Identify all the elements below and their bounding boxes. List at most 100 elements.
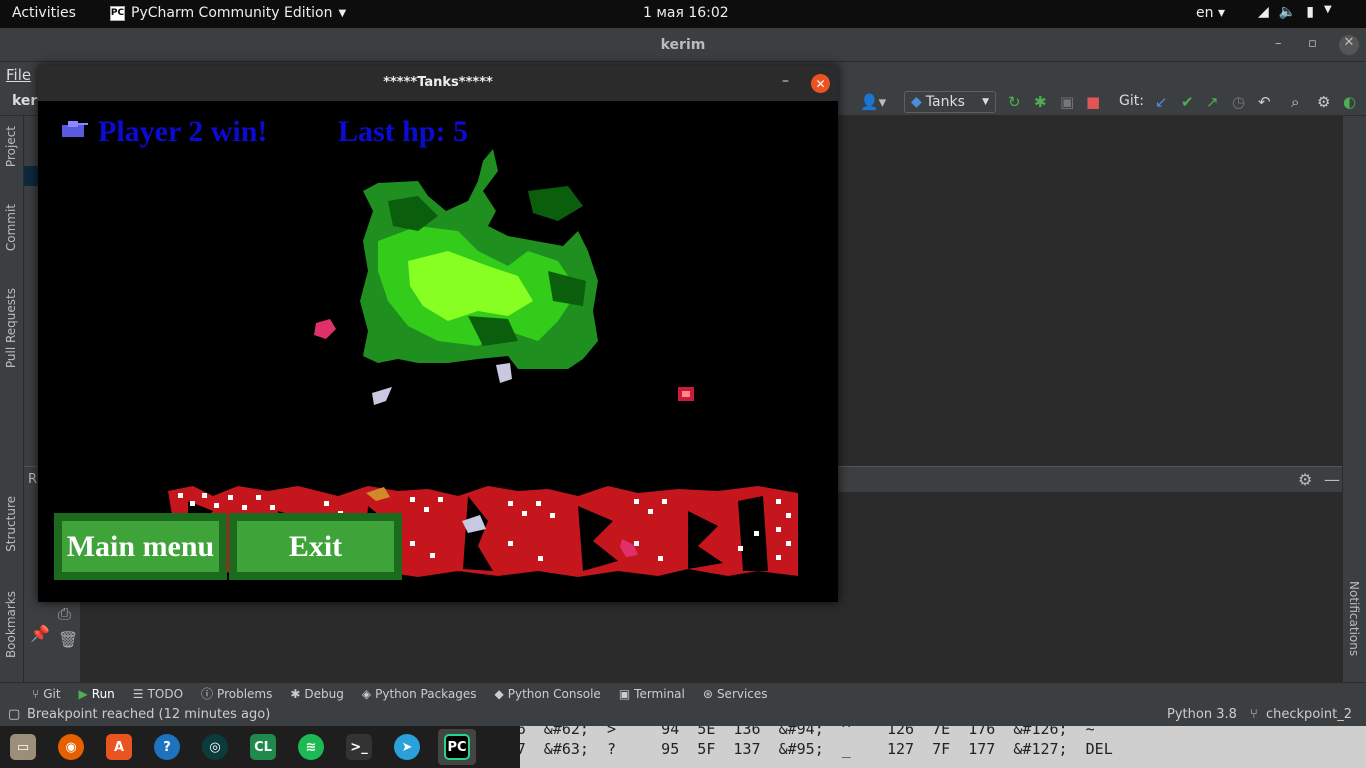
list-icon: ☰ [132,686,144,701]
files-icon[interactable]: ▭ [10,734,36,760]
tool-window-bar: ⑂ Git ▶ Run ☰ TODO ⓘ Problems ✱ Debug ◈ Python… [0,682,1366,704]
tab-services-label: Services [716,686,768,701]
software-icon[interactable]: A [106,734,132,760]
user-icon[interactable]: 👤▾ [860,93,886,111]
player-tank-icon [62,121,88,137]
wifi-icon: ◢ [1258,4,1269,20]
left-tool-strip: Project Commit Pull Requests Structure B… [0,116,24,682]
project-tree-selection [24,166,38,186]
stop-icon[interactable]: ■ [1086,93,1100,111]
chevron-down-icon: ▼ [1323,4,1332,15]
run-panel-title: R [28,472,38,487]
project-breadcrumb[interactable]: ker [12,93,37,109]
git-commit-icon[interactable]: ✔ [1181,93,1194,111]
tanks-game-window: *****Tanks***** – ✕ Player 2 win! Last h… [38,65,838,602]
plugin-icon[interactable]: ◐ [1343,93,1356,111]
terminal-icon[interactable]: >_ [346,734,372,760]
layers-icon: ◈ [361,686,372,701]
tab-structure[interactable]: Structure [4,496,18,552]
close-icon[interactable]: ✕ [811,74,830,93]
gitkraken-icon[interactable]: ◎ [202,734,228,760]
tab-debug[interactable]: ✱ Debug [290,687,344,701]
tab-debug-label: Debug [304,686,344,701]
status-bar: ▢ Breakpoint reached (12 minutes ago) Py… [0,704,1366,726]
tab-terminal[interactable]: ▣ Terminal [619,687,685,701]
maximize-icon[interactable]: ▫ [1308,36,1317,51]
winner-text: Player 2 win! [98,115,268,148]
run-config-dropdown[interactable]: ◆ Tanks ▼ [904,91,996,113]
minimize-icon[interactable]: – [1275,36,1282,51]
tab-notifications[interactable]: Notifications [1347,581,1361,656]
tab-git[interactable]: ⑂ Git [32,687,61,701]
tab-terminal-label: Terminal [634,686,685,701]
branch-status[interactable]: checkpoint_2 [1266,707,1352,722]
firefox-icon[interactable]: ◉ [58,734,84,760]
main-menu-button-label: Main menu [62,521,219,572]
tab-todo[interactable]: ☰ TODO [133,687,183,701]
git-push-icon[interactable]: ↗ [1206,93,1219,111]
help-icon[interactable]: ? [154,734,180,760]
git-branch-icon: ⑂ [1250,707,1258,722]
interpreter-status[interactable]: Python 3.8 [1167,707,1237,722]
clion-icon[interactable]: CL [250,734,276,760]
search-icon[interactable]: ⌕ [1291,93,1299,111]
activities-button[interactable]: Activities [12,5,76,21]
exit-button[interactable]: Exit [229,513,402,580]
run-config-label: Tanks [925,94,965,110]
tab-services[interactable]: ⊛ Services [703,687,768,701]
system-tray[interactable]: ◢ 🔈 ▮ ▼ [1258,4,1332,20]
python-icon: ◆ [911,94,922,110]
ascii-table-line: 30 1E 036 &#30; (record separator) 62 3E… [520,726,1095,738]
app-menu-label: PyCharm Community Edition [131,5,333,21]
window-title: kerim [660,37,706,53]
tab-python-packages[interactable]: ◈ Python Packages [362,687,477,701]
status-square-icon[interactable]: ▢ [8,707,20,722]
pin-icon[interactable]: 📌 [30,624,50,643]
print-icon[interactable]: ⎙ [58,604,71,624]
last-hp-text: Last hp: 5 [338,115,469,148]
debug-icon[interactable]: ✱ [1034,93,1047,111]
coverage-icon[interactable]: ▣ [1060,93,1074,111]
tab-run[interactable]: ▶ Run [79,687,115,701]
tank-sprite-grey-3 [496,363,512,383]
minimize-icon[interactable]: – [782,73,789,89]
git-label: Git: [1119,93,1144,109]
tab-problems-label: Problems [217,686,273,701]
rerun-icon[interactable]: ↻ [1008,93,1021,111]
close-icon[interactable]: ✕ [1339,35,1359,55]
python-icon: ◆ [494,686,504,701]
git-update-icon[interactable]: ↙ [1155,93,1168,111]
spotify-icon[interactable]: ≋ [298,734,324,760]
main-menu-button[interactable]: Main menu [54,513,227,580]
battery-icon: ▮ [1306,4,1314,20]
status-message[interactable]: Breakpoint reached (12 minutes ago) [27,707,270,722]
chevron-down-icon: ▼ [982,97,989,107]
tab-commit[interactable]: Commit [4,204,18,251]
exit-button-label: Exit [237,521,394,572]
tab-bookmarks[interactable]: Bookmarks [4,591,18,658]
telegram-icon[interactable]: ➤ [394,734,420,760]
git-branch-icon: ⑂ [32,686,40,701]
clock[interactable]: 1 мая 16:02 [643,5,729,21]
menu-file[interactable]: File [6,66,31,84]
tab-project[interactable]: Project [4,126,18,167]
tab-problems[interactable]: ⓘ Problems [201,685,272,702]
gear-icon[interactable]: ⚙ [1317,93,1330,111]
keyboard-layout[interactable]: en ▾ [1196,5,1225,21]
gear-icon[interactable]: ⚙ [1298,470,1312,489]
rollback-icon[interactable]: ↶ [1258,93,1271,111]
gnome-top-bar: Activities PC PyCharm Community Edition … [0,0,1366,28]
app-menu[interactable]: PC PyCharm Community Edition ▼ [110,5,346,21]
history-icon[interactable]: ◷ [1232,93,1245,111]
dock: 30 1E 036 &#30; (record separator) 62 3E… [0,726,1366,768]
tab-python-packages-label: Python Packages [375,686,477,701]
volume-icon: 🔈 [1278,4,1297,20]
tab-pull-requests[interactable]: Pull Requests [4,288,18,368]
hide-panel-icon[interactable]: — [1324,470,1340,489]
game-window-title: *****Tanks***** [383,75,493,90]
bug-icon: ✱ [290,686,301,701]
trash-icon[interactable]: 🗑 [58,630,78,649]
tab-python-console[interactable]: ◆ Python Console [495,687,601,701]
pycharm-icon[interactable]: PC [444,734,470,760]
terminal-icon: ▣ [618,686,631,701]
